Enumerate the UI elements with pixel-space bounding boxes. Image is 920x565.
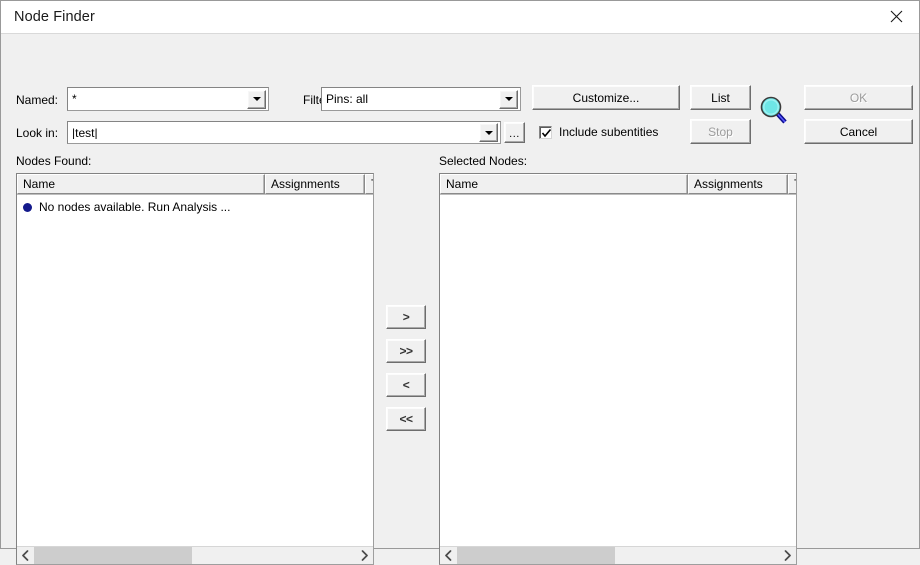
move-left-button[interactable]: <	[386, 373, 426, 397]
chevron-down-icon	[252, 97, 261, 101]
filter-value: Pins: all	[326, 93, 369, 105]
selected-nodes-column-headers: Name Assignments T	[440, 174, 796, 195]
scroll-left-button[interactable]	[17, 547, 34, 564]
list-item[interactable]: No nodes available. Run Analysis ...	[17, 198, 373, 216]
nodes-found-listbox[interactable]: Name Assignments T No nodes available. R…	[16, 173, 374, 565]
list-button[interactable]: List	[690, 85, 751, 110]
scroll-right-button[interactable]	[356, 547, 373, 564]
chevron-right-icon	[784, 550, 791, 561]
list-item-label: No nodes available. Run Analysis ...	[39, 200, 231, 214]
dialog-body: Named: * Filter: Pins: all Look in: |tes…	[1, 34, 919, 565]
scroll-track[interactable]	[457, 547, 779, 564]
close-button[interactable]	[873, 1, 919, 32]
scroll-track[interactable]	[34, 547, 356, 564]
include-subentities-label: Include subentities	[559, 125, 659, 139]
filter-dropdown-button[interactable]	[499, 89, 518, 109]
ok-button: OK	[804, 85, 913, 110]
magnifier-icon	[758, 94, 792, 128]
move-all-right-button[interactable]: >>	[386, 339, 426, 363]
move-all-left-button[interactable]: <<	[386, 407, 426, 431]
node-bullet-icon	[23, 202, 32, 212]
look-in-value: |test|	[72, 126, 98, 139]
column-header-name[interactable]: Name	[17, 174, 265, 194]
scroll-right-button[interactable]	[779, 547, 796, 564]
customize-button[interactable]: Customize...	[532, 85, 680, 110]
column-header-assignments[interactable]: Assignments	[265, 174, 365, 194]
stop-button: Stop	[690, 119, 751, 144]
chevron-left-icon	[445, 550, 452, 561]
named-value: *	[72, 93, 77, 105]
node-finder-dialog: Node Finder Named: * Filter: Pins: all L…	[0, 0, 920, 565]
column-header-name[interactable]: Name	[440, 174, 688, 194]
checkmark-icon	[541, 128, 552, 137]
column-header-assignments[interactable]: Assignments	[688, 174, 788, 194]
filter-combobox[interactable]: Pins: all	[321, 87, 521, 111]
look-in-label: Look in:	[16, 126, 59, 140]
close-icon	[890, 10, 903, 23]
named-combobox[interactable]: *	[67, 87, 269, 111]
column-header-type[interactable]: T	[788, 174, 796, 194]
include-subentities-checkbox-row[interactable]: Include subentities	[539, 125, 658, 139]
include-subentities-checkbox[interactable]	[539, 125, 552, 139]
look-in-dropdown-button[interactable]	[479, 123, 498, 142]
browse-button[interactable]: ...	[504, 122, 525, 143]
selected-nodes-rows[interactable]	[440, 195, 796, 546]
selected-nodes-caption: Selected Nodes:	[439, 154, 528, 168]
named-label: Named:	[16, 93, 59, 107]
window-title: Node Finder	[14, 9, 95, 25]
named-dropdown-button[interactable]	[247, 89, 266, 109]
scroll-left-button[interactable]	[440, 547, 457, 564]
selected-nodes-listbox[interactable]: Name Assignments T	[439, 173, 797, 565]
move-right-button[interactable]: >	[386, 305, 426, 329]
chevron-right-icon	[361, 550, 368, 561]
scroll-thumb[interactable]	[457, 547, 615, 564]
look-in-combobox[interactable]: |test|	[67, 121, 501, 144]
cancel-button[interactable]: Cancel	[804, 119, 913, 144]
nodes-found-column-headers: Name Assignments T	[17, 174, 373, 195]
nodes-found-rows[interactable]: No nodes available. Run Analysis ...	[17, 195, 373, 546]
title-bar: Node Finder	[1, 1, 919, 34]
chevron-left-icon	[22, 550, 29, 561]
scroll-thumb[interactable]	[34, 547, 192, 564]
chevron-down-icon	[484, 130, 493, 135]
nodes-found-caption: Nodes Found:	[16, 154, 92, 168]
chevron-down-icon	[504, 97, 513, 101]
column-header-type[interactable]: T	[365, 174, 373, 194]
